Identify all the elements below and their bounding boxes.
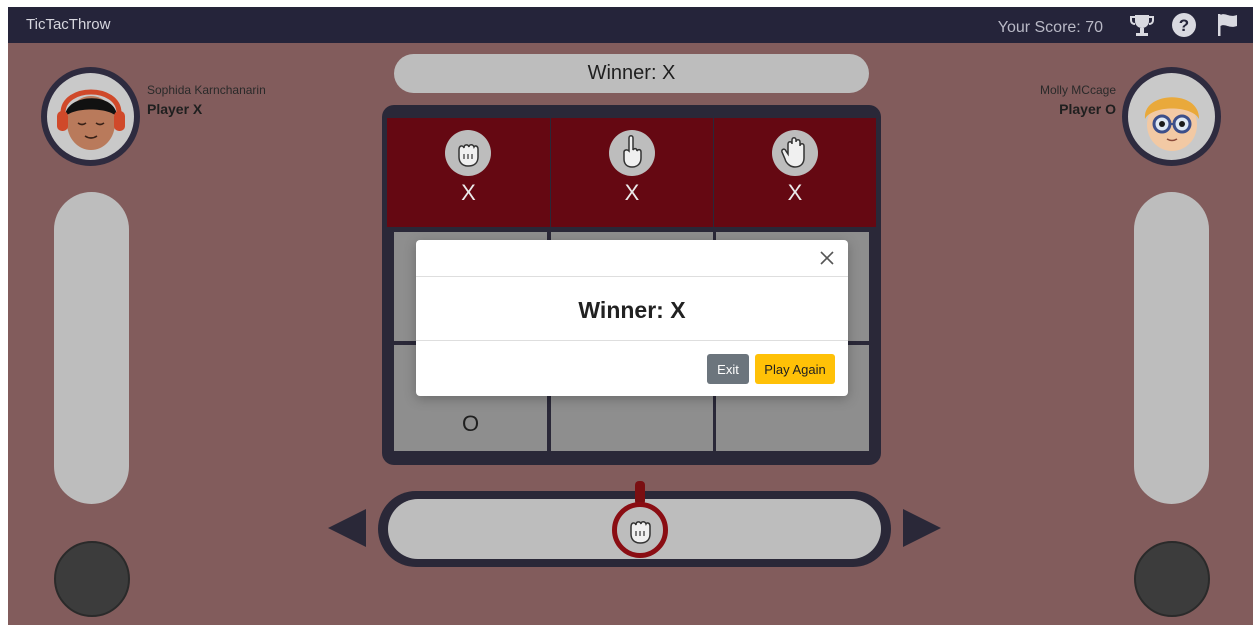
avatar-girl-glasses-icon [1144, 97, 1200, 151]
player-o-role: Player O [1059, 101, 1116, 117]
launcher-knob[interactable] [612, 502, 668, 558]
board-cell-3[interactable]: X [714, 118, 876, 227]
player-x-power-tray [54, 192, 129, 504]
player-x-name: Sophida Karnchanarin [147, 83, 266, 97]
modal-title: Winner: X [578, 297, 686, 323]
pointing-hand-icon [609, 130, 655, 176]
cell-mark: X [787, 180, 803, 205]
board-cell-1[interactable]: X [387, 118, 550, 227]
open-hand-icon [772, 130, 818, 176]
board-cell-2[interactable]: X [551, 118, 713, 227]
exit-button[interactable]: Exit [707, 354, 749, 384]
arrow-right-icon[interactable] [903, 509, 941, 547]
play-again-button[interactable]: Play Again [755, 354, 835, 384]
svg-text:?: ? [1179, 16, 1189, 35]
modal-body: Winner: X [416, 277, 848, 341]
cell-mark: X [624, 180, 640, 205]
modal-footer: Exit Play Again [416, 341, 848, 396]
player-o-power-tray [1134, 192, 1209, 504]
cell-mark: X [461, 180, 476, 205]
player-x-role: Player X [147, 101, 203, 117]
player-x-avatar [41, 67, 140, 166]
winner-modal: Winner: X Exit Play Again [416, 240, 848, 396]
arrow-left-icon[interactable] [328, 509, 366, 547]
score-label: Your Score: 70 [997, 19, 1103, 36]
fist-icon [445, 130, 491, 176]
flag-icon[interactable] [1215, 12, 1241, 38]
player-o-throw-button[interactable] [1134, 541, 1210, 617]
fist-icon [630, 521, 651, 544]
avatar-girl-headphones-icon [57, 89, 125, 150]
winner-banner: Winner: X [394, 54, 869, 93]
help-icon[interactable]: ? [1171, 12, 1197, 38]
player-o-avatar [1122, 67, 1221, 166]
player-o-name: Molly MCcage [1039, 83, 1116, 97]
modal-header [416, 240, 848, 277]
app-title[interactable]: TicTacThrow [26, 16, 110, 33]
cell-mark: O [461, 411, 480, 436]
player-x-throw-button[interactable] [54, 541, 130, 617]
trophy-icon[interactable] [1129, 12, 1155, 38]
close-icon[interactable] [816, 247, 838, 269]
navbar: TicTacThrow Your Score: 70 ? [8, 7, 1253, 43]
game-frame: TicTacThrow Your Score: 70 ? Sophida Kar… [8, 7, 1253, 625]
